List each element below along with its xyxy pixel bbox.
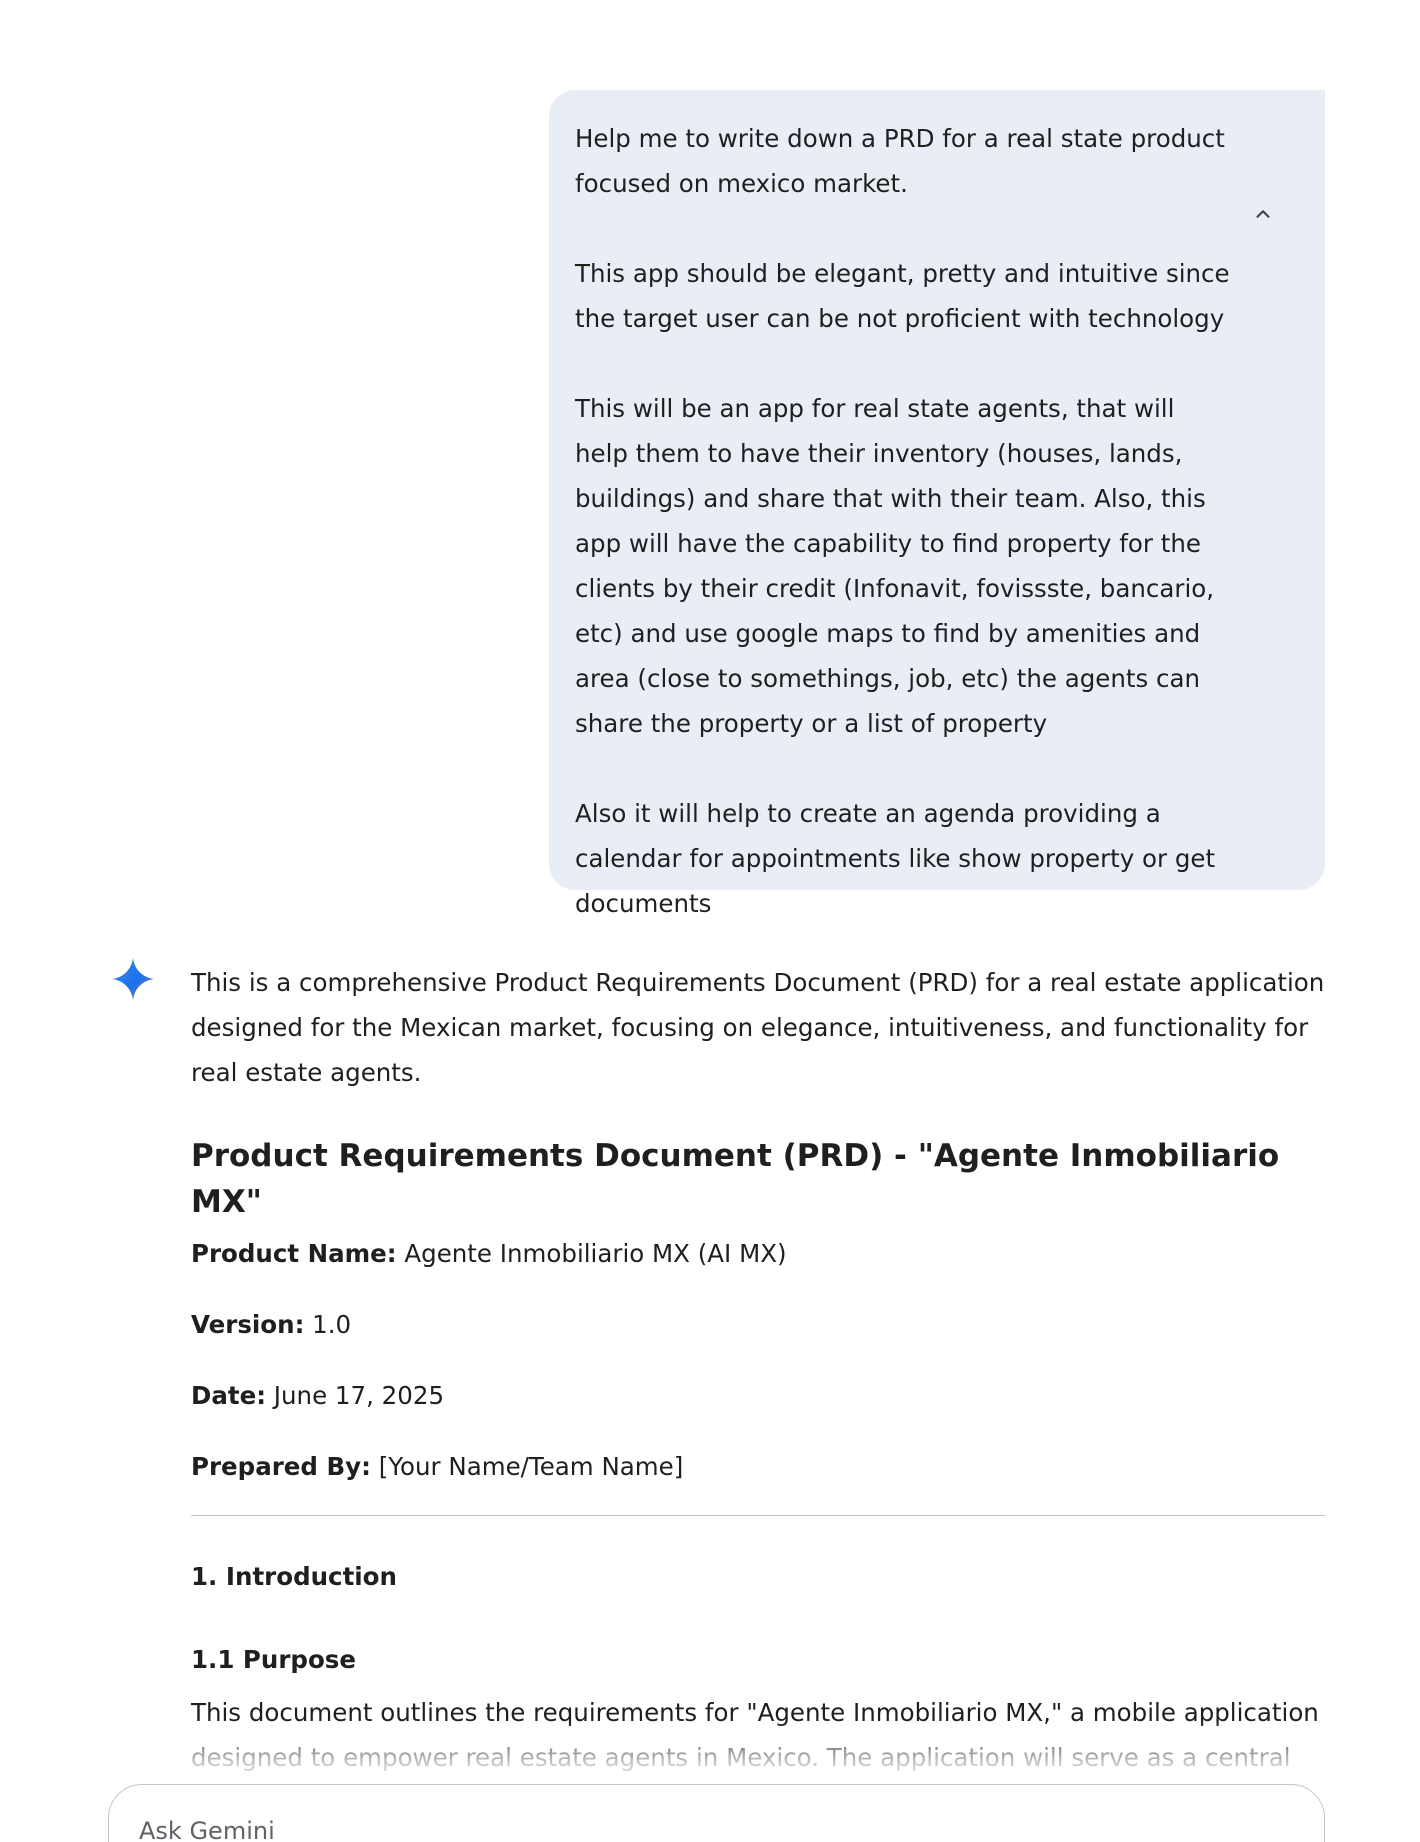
- user-prompt-paragraph: This app should be elegant, pretty and i…: [575, 259, 1238, 333]
- meta-prepared-by: Prepared By: [Your Name/Team Name]: [191, 1444, 1325, 1489]
- meta-label: Prepared By:: [191, 1452, 371, 1481]
- gemini-sparkle-icon: [111, 957, 155, 1001]
- chevron-up-icon: [1256, 210, 1270, 218]
- subsection-heading: 1.1 Purpose: [191, 1645, 356, 1674]
- collapse-prompt-button[interactable]: [1243, 194, 1283, 234]
- meta-date: Date: June 17, 2025: [191, 1373, 1325, 1418]
- model-response: This is a comprehensive Product Requirem…: [191, 960, 1325, 1842]
- meta-label: Version:: [191, 1310, 305, 1339]
- user-prompt-paragraph: Also it will help to create an agenda pr…: [575, 799, 1223, 918]
- user-prompt-paragraph: Help me to write down a PRD for a real s…: [575, 124, 1233, 198]
- user-prompt-bubble: Help me to write down a PRD for a real s…: [549, 90, 1325, 918]
- meta-value: 1.0: [304, 1310, 352, 1339]
- document-title: Product Requirements Document (PRD) - "A…: [191, 1138, 1280, 1220]
- meta-value: [Your Name/Team Name]: [370, 1452, 684, 1481]
- meta-product-name: Product Name: Agente Inmobiliario MX (AI…: [191, 1231, 1325, 1276]
- meta-label: Product Name:: [191, 1239, 397, 1268]
- meta-value: June 17, 2025: [266, 1381, 445, 1410]
- response-intro: This is a comprehensive Product Requirem…: [191, 968, 1325, 1087]
- ask-gemini-input[interactable]: [139, 1811, 1139, 1842]
- user-prompt-paragraph: This will be an app for real state agent…: [575, 394, 1222, 738]
- section-heading: 1. Introduction: [191, 1562, 397, 1591]
- prompt-input-box[interactable]: [108, 1784, 1325, 1842]
- section-divider: [191, 1515, 1325, 1516]
- meta-value: Agente Inmobiliario MX (AI MX): [396, 1239, 787, 1268]
- meta-label: Date:: [191, 1381, 266, 1410]
- meta-version: Version: 1.0: [191, 1302, 1325, 1347]
